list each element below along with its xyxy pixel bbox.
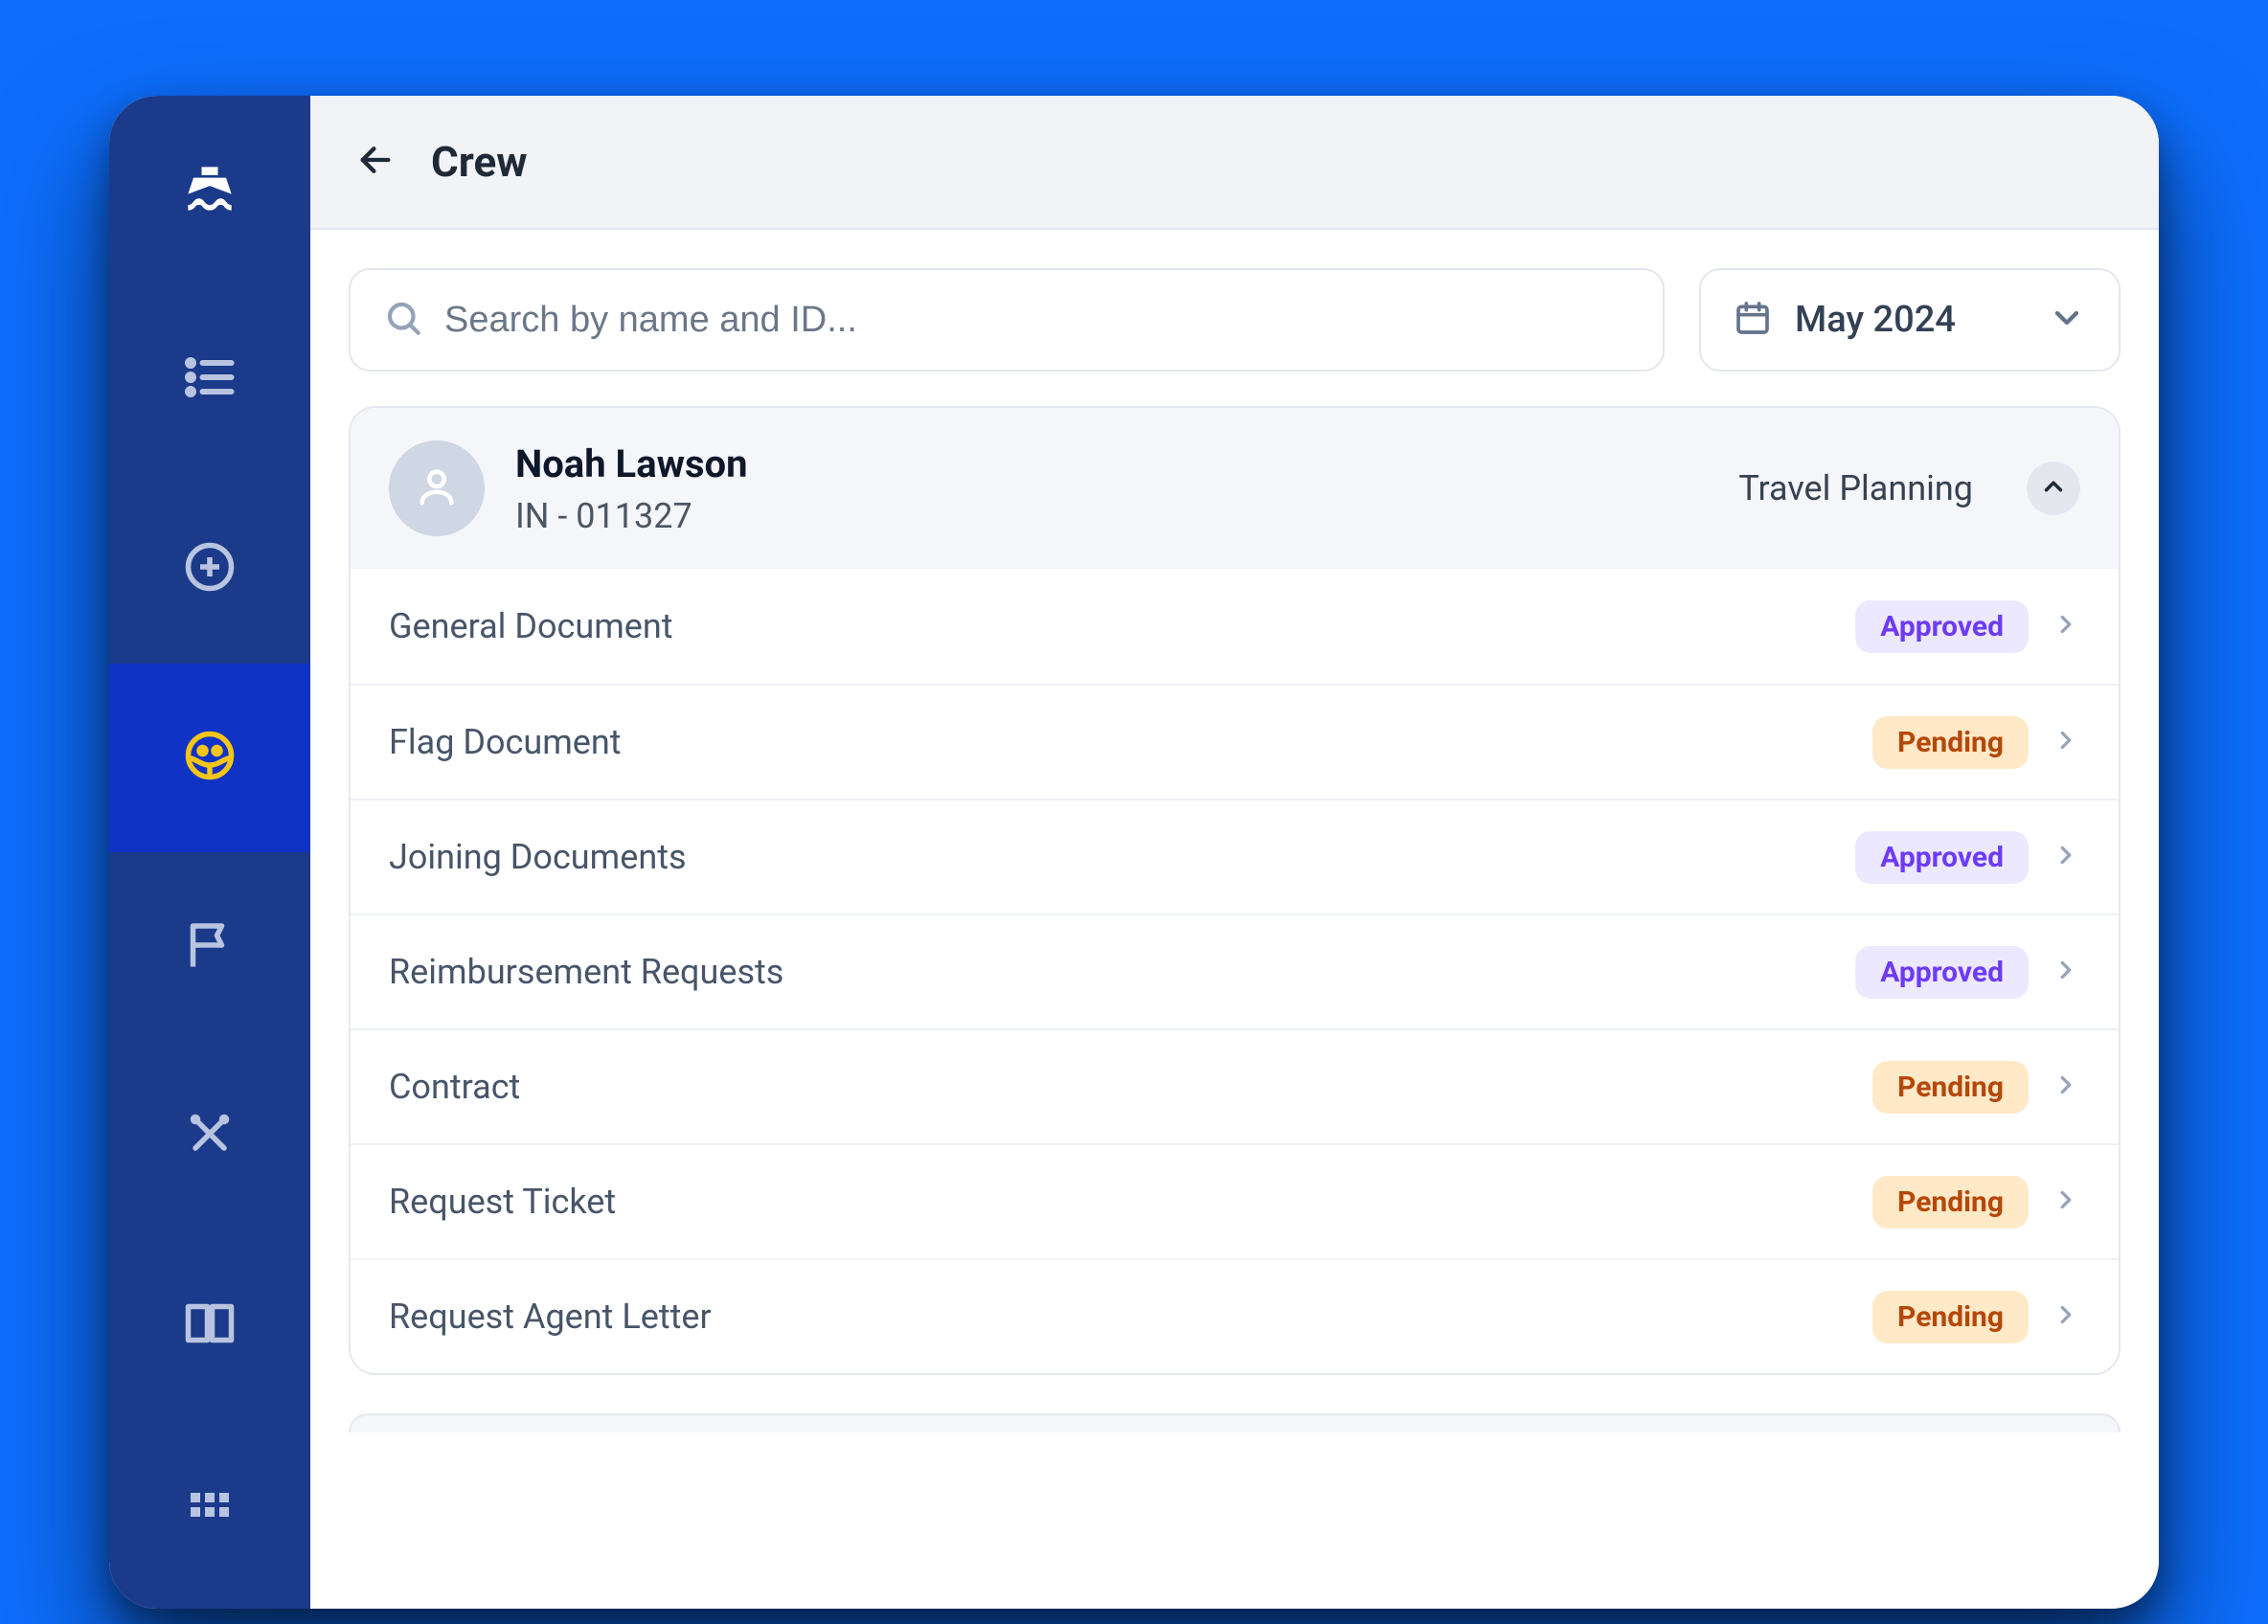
calendar-icon — [1734, 299, 1772, 341]
chevron-up-icon — [2039, 472, 2068, 505]
page-title: Crew — [431, 137, 528, 187]
back-button[interactable] — [352, 139, 398, 185]
search-input[interactable] — [444, 300, 1630, 341]
page-header: Crew — [310, 96, 2159, 230]
document-row[interactable]: Reimbursement Requests Approved — [351, 914, 2119, 1028]
sidebar-item-flag[interactable] — [109, 852, 310, 1042]
date-filter[interactable]: May 2024 — [1699, 268, 2121, 372]
book-icon — [181, 1295, 238, 1356]
steering-wheel-icon — [181, 727, 238, 788]
status-badge: Pending — [1872, 1291, 2029, 1343]
chevron-right-icon — [2052, 610, 2080, 643]
arrow-left-icon — [356, 141, 395, 183]
sidebar-item-tools[interactable] — [109, 1042, 310, 1231]
filter-bar: May 2024 — [310, 230, 2159, 406]
document-list: General Document Approved Flag Document Pen… — [351, 569, 2119, 1373]
document-row[interactable]: Request Agent Letter Pending — [351, 1258, 2119, 1373]
user-icon — [415, 464, 459, 512]
chevron-down-icon — [2048, 299, 2086, 341]
crew-section-label: Travel Planning — [1738, 468, 1973, 508]
document-row[interactable]: Request Ticket Pending — [351, 1143, 2119, 1258]
chevron-right-icon — [2052, 1185, 2080, 1218]
app-background: Crew May 2024 — [0, 0, 2268, 1624]
chevron-right-icon — [2052, 1300, 2080, 1333]
sidebar — [109, 96, 310, 1609]
sidebar-item-grid[interactable] — [109, 1420, 310, 1610]
document-row[interactable]: Flag Document Pending — [351, 684, 2119, 799]
collapse-button[interactable] — [2027, 462, 2080, 515]
status-badge: Pending — [1872, 1061, 2029, 1114]
avatar — [389, 440, 485, 536]
sidebar-item-list[interactable] — [109, 285, 310, 475]
chevron-right-icon — [2052, 1071, 2080, 1103]
document-label: Flag Document — [389, 722, 1849, 762]
date-filter-label: May 2024 — [1795, 299, 2025, 341]
sidebar-item-docs[interactable] — [109, 1230, 310, 1420]
document-label: Request Agent Letter — [389, 1297, 1849, 1337]
main-content: Crew May 2024 — [310, 96, 2159, 1609]
sidebar-item-add[interactable] — [109, 474, 310, 664]
crew-name: Noah Lawson — [515, 441, 1708, 486]
crew-card: Noah Lawson IN - 011327 Travel Planning … — [349, 406, 2121, 1375]
status-badge: Pending — [1872, 716, 2029, 769]
status-badge: Approved — [1855, 946, 2029, 999]
document-label: Joining Documents — [389, 837, 1832, 877]
document-label: General Document — [389, 606, 1832, 646]
next-card-peek — [349, 1413, 2121, 1432]
flag-icon — [181, 916, 238, 978]
chevron-right-icon — [2052, 726, 2080, 758]
search-box[interactable] — [349, 268, 1665, 372]
status-badge: Approved — [1855, 831, 2029, 884]
sidebar-item-crew[interactable] — [109, 664, 310, 853]
sidebar-logo[interactable] — [109, 96, 310, 285]
crew-identity: Noah Lawson IN - 011327 — [515, 441, 1708, 536]
device-frame: Crew May 2024 — [109, 96, 2159, 1609]
status-badge: Pending — [1872, 1176, 2029, 1229]
chevron-right-icon — [2052, 956, 2080, 988]
tools-icon — [181, 1105, 238, 1166]
grid-icon — [181, 1483, 238, 1545]
document-row[interactable]: Joining Documents Approved — [351, 799, 2119, 914]
ship-icon — [177, 156, 242, 225]
document-row[interactable]: Contract Pending — [351, 1028, 2119, 1143]
search-icon — [383, 298, 423, 342]
crew-id: IN - 011327 — [515, 496, 1708, 536]
document-label: Request Ticket — [389, 1182, 1849, 1222]
status-badge: Approved — [1855, 600, 2029, 653]
crew-card-header[interactable]: Noah Lawson IN - 011327 Travel Planning — [351, 408, 2119, 569]
list-icon — [181, 349, 238, 410]
document-label: Contract — [389, 1067, 1849, 1107]
document-label: Reimbursement Requests — [389, 952, 1832, 992]
chevron-right-icon — [2052, 841, 2080, 873]
document-row[interactable]: General Document Approved — [351, 569, 2119, 684]
plus-circle-icon — [181, 538, 238, 599]
